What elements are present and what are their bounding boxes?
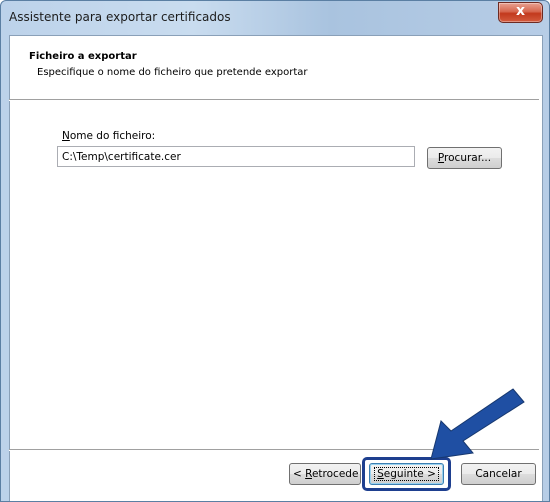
back-button[interactable]: < Retrocede — [289, 463, 361, 485]
pointer-arrow-shape — [430, 388, 525, 460]
file-name-label-text: ome do ficheiro: — [69, 130, 156, 142]
file-name-label-mnemonic: N — [62, 130, 70, 142]
back-button-arrow: < — [293, 468, 306, 480]
cancel-button[interactable]: Cancelar — [461, 463, 536, 485]
page-title: Ficheiro a exportar — [29, 51, 137, 62]
close-button[interactable]: x — [498, 2, 543, 23]
header-divider — [9, 99, 539, 101]
file-name-input[interactable] — [57, 146, 415, 167]
close-icon: x — [515, 3, 526, 19]
next-button-highlight-box — [362, 457, 451, 491]
cancel-button-label: Cancelar — [475, 468, 522, 480]
browse-button[interactable]: Procurar... — [427, 147, 502, 169]
title-bar[interactable]: Assistente para exportar certificados x — [1, 1, 549, 35]
page-subtitle: Especifique o nome do ficheiro que prete… — [37, 67, 308, 78]
back-button-label: etrocede — [311, 468, 359, 480]
back-button-mnemonic: R — [305, 468, 312, 480]
window-title: Assistente para exportar certificados — [9, 10, 231, 24]
file-name-label: Nome do ficheiro: — [62, 130, 155, 142]
pointer-arrow-icon — [430, 388, 525, 460]
browse-button-label: rocurar... — [444, 152, 492, 164]
